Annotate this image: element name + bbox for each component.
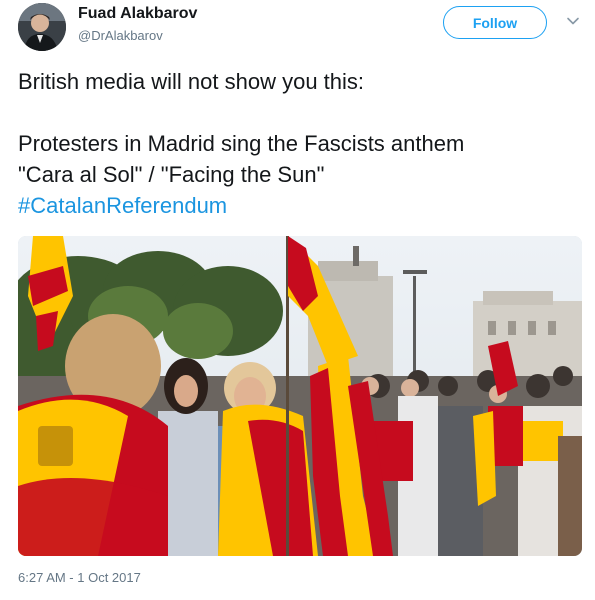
protest-photo bbox=[18, 236, 582, 556]
tweet-text-line: Protesters in Madrid sing the Fascists a… bbox=[18, 131, 465, 156]
tweet-text-line: "Cara al Sol" / "Facing the Sun" bbox=[18, 162, 325, 187]
avatar-image bbox=[18, 3, 66, 51]
tweet-text-line: British media will not show you this: bbox=[18, 69, 365, 94]
follow-button[interactable]: Follow bbox=[443, 6, 547, 39]
author-avatar[interactable] bbox=[18, 3, 66, 51]
author-display-name[interactable]: Fuad Alakbarov bbox=[78, 4, 197, 24]
tweet-text: British media will not show you this: Pr… bbox=[18, 66, 578, 221]
tweet-card: Fuad Alakbarov @DrAlakbarov Follow Briti… bbox=[0, 0, 595, 600]
hashtag-link[interactable]: #CatalanReferendum bbox=[18, 193, 227, 218]
tweet-media-photo[interactable] bbox=[18, 236, 582, 556]
chevron-down-icon[interactable] bbox=[566, 14, 580, 28]
author-handle[interactable]: @DrAlakbarov bbox=[78, 27, 197, 45]
tweet-timestamp[interactable]: 6:27 AM - 1 Oct 2017 bbox=[18, 570, 141, 585]
author-block: Fuad Alakbarov @DrAlakbarov bbox=[78, 4, 197, 45]
